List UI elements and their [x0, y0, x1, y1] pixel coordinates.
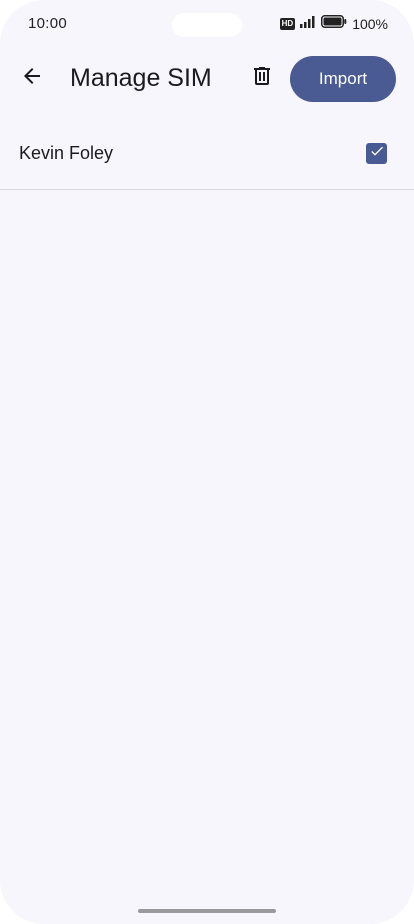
battery-icon [321, 15, 347, 33]
camera-notch [172, 13, 242, 37]
arrow-back-icon [20, 64, 44, 93]
status-icons: HD 100% [279, 15, 388, 33]
phone-screen: 10:00 HD 100% Manage SIM Import Kevin Fo… [0, 0, 414, 924]
status-time: 10:00 [28, 15, 68, 32]
delete-button[interactable] [242, 58, 282, 98]
home-indicator[interactable] [138, 909, 276, 913]
trash-icon [250, 64, 274, 93]
signal-icon [300, 15, 316, 33]
import-button[interactable]: Import [290, 56, 396, 102]
battery-percent: 100% [352, 16, 388, 32]
app-bar: Manage SIM Import [0, 52, 414, 108]
contact-name: Kevin Foley [19, 143, 114, 163]
checkmark-icon [369, 143, 385, 164]
hd-icon: HD [279, 18, 296, 30]
status-bar: 10:00 HD 100% [0, 0, 414, 50]
list-divider [0, 189, 414, 190]
contact-checkbox[interactable] [366, 143, 387, 164]
page-title: Manage SIM [70, 64, 212, 92]
back-button[interactable] [12, 58, 52, 98]
list-item[interactable]: Kevin Foley [0, 120, 414, 188]
